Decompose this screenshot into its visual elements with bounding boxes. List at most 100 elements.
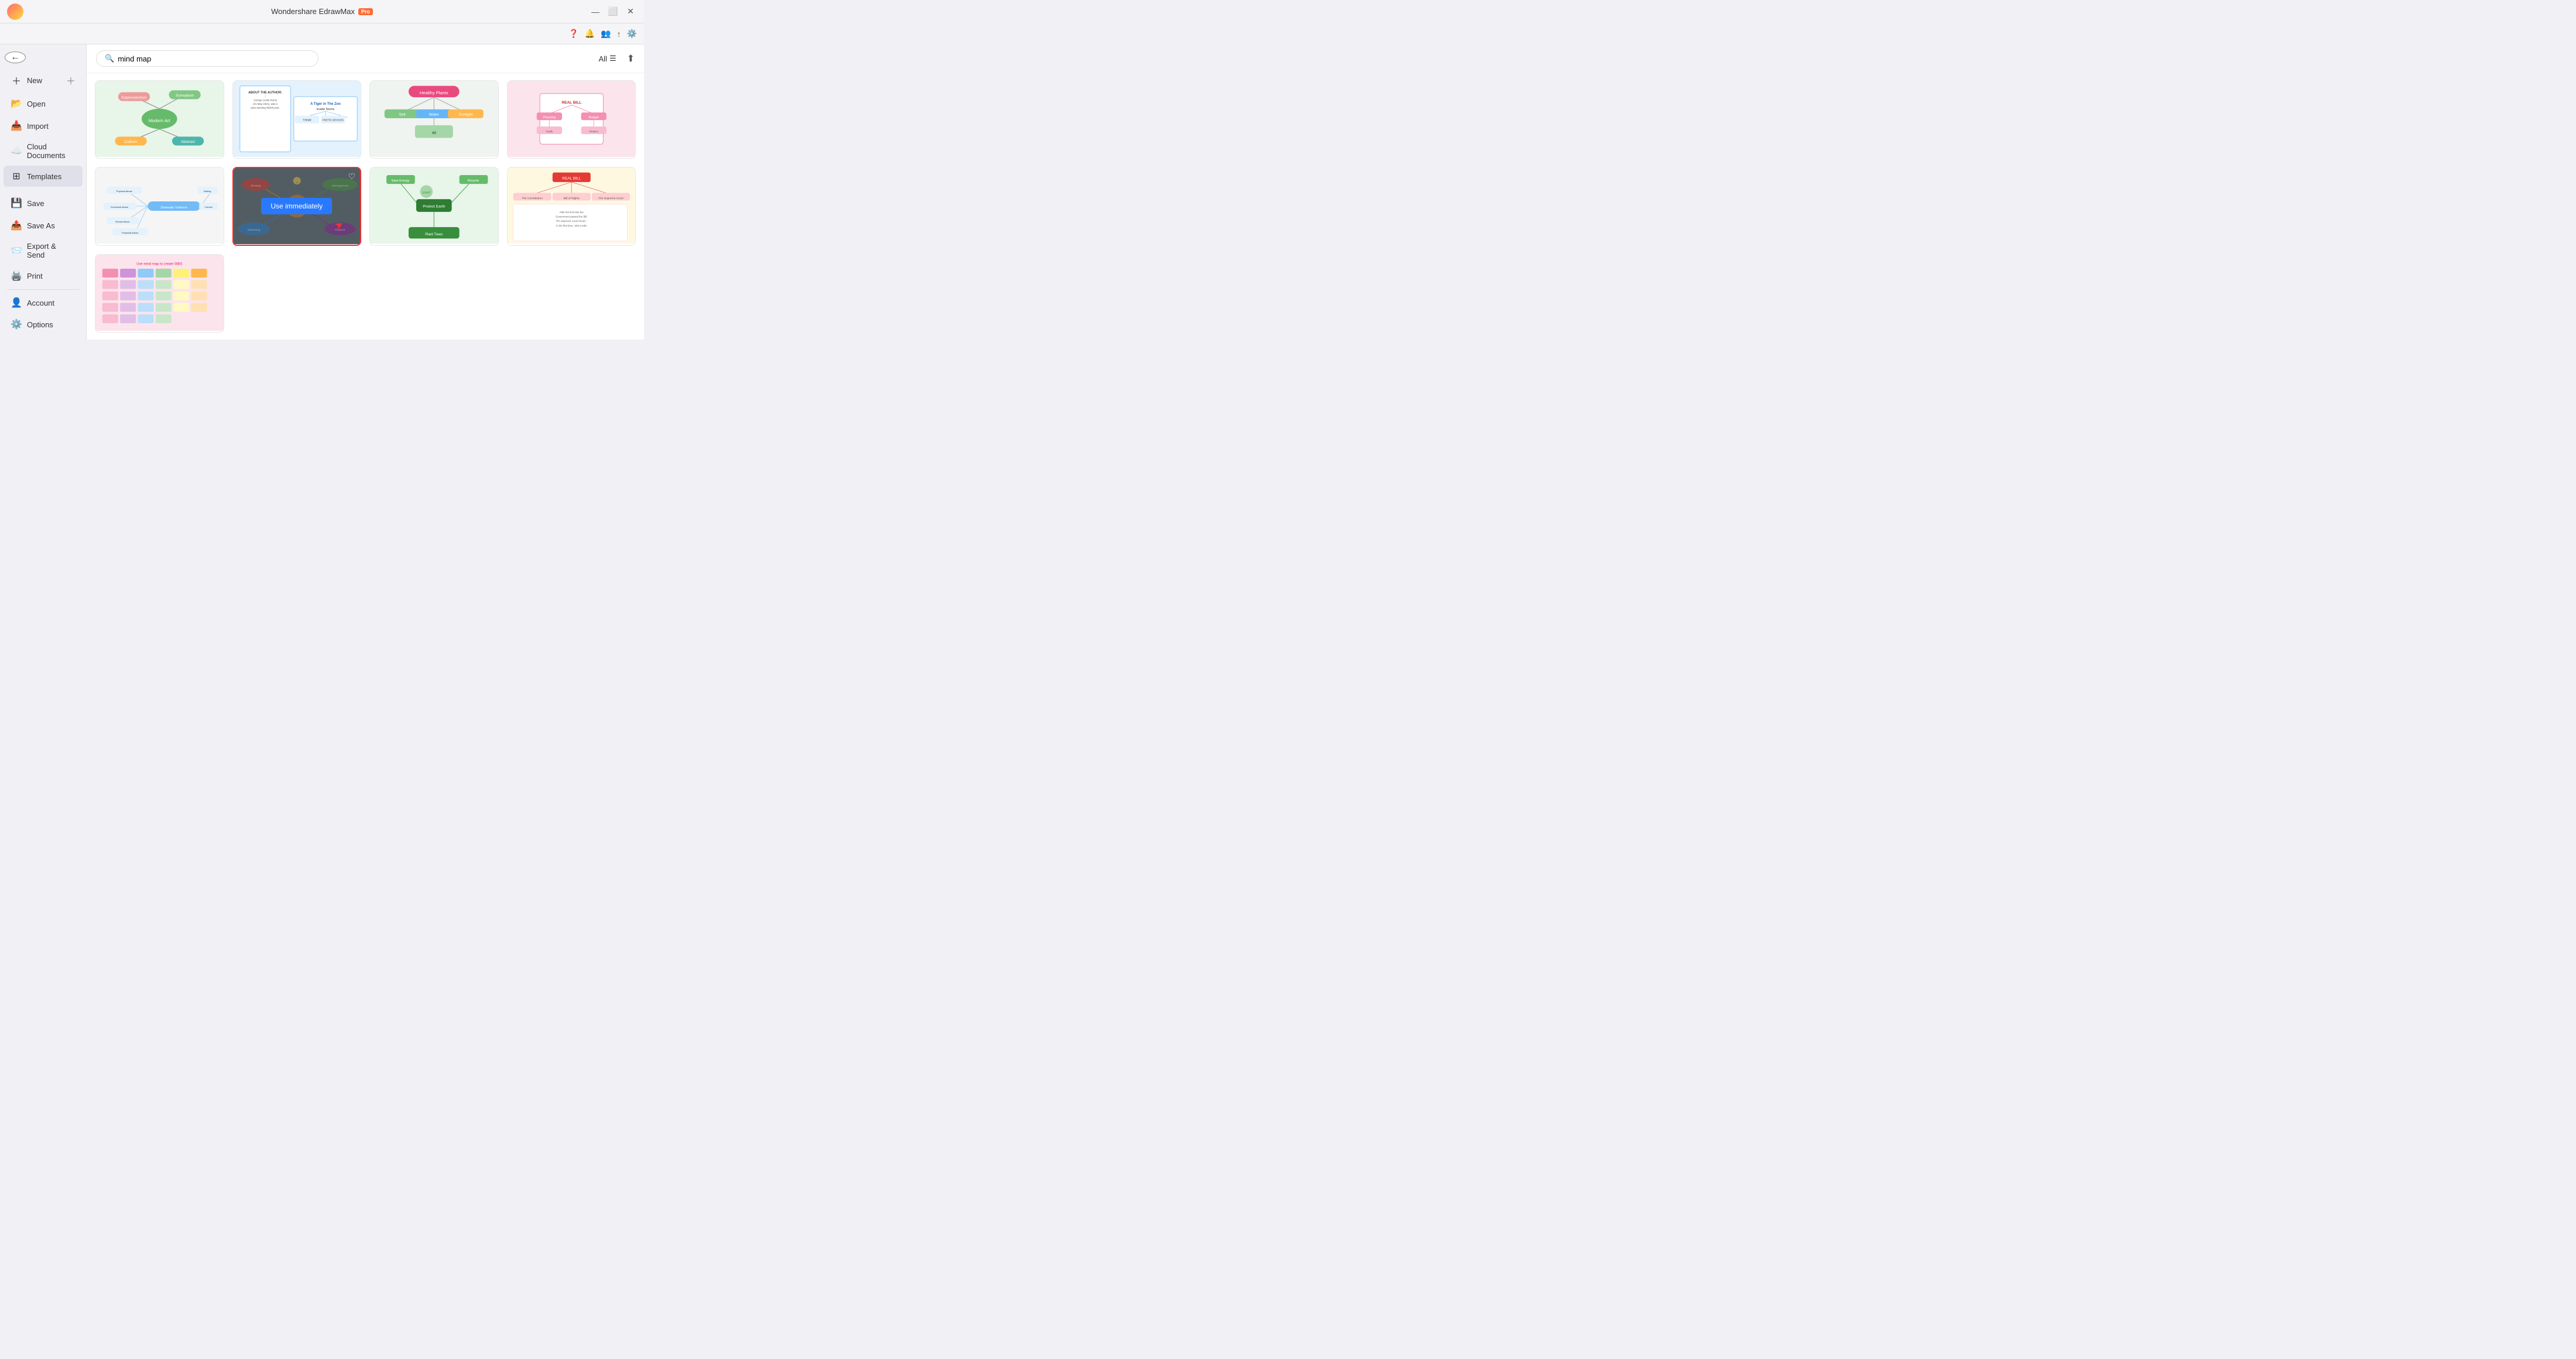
sidebar-item-print[interactable]: 🖨️ Print (4, 265, 83, 286)
sidebar-item-cloud[interactable]: ☁️ Cloud Documents (4, 138, 83, 165)
card-info-violence: Domestic and Family Violence Mind Map 👁 … (95, 244, 224, 247)
scroll-top-button[interactable]: ⬆ (627, 53, 635, 64)
sidebar-item-templates[interactable]: ⊞ Templates (4, 166, 83, 187)
svg-text:THEME: THEME (303, 118, 311, 121)
minimize-button[interactable]: — (589, 5, 602, 18)
sidebar-label-print: Print (27, 272, 43, 280)
content-area: 🔍 All ☰ ⬆ Modern Art (87, 44, 644, 340)
settings-button[interactable]: ⚙️ (627, 29, 637, 39)
card-info-tiger: A Tiger in the Zoo - Poem Mind Map 👁 4.7… (233, 157, 361, 159)
filter-label: All (598, 54, 607, 63)
svg-text:Surrealism: Surrealism (176, 94, 194, 98)
card-info-modern-art: Modern art education mind map 👁 3.2k ♡ 4… (95, 157, 224, 159)
sidebar-item-export[interactable]: 📨 Export & Send (4, 237, 83, 264)
sidebar-label-options: Options (27, 320, 53, 329)
card-info-wbs: Use mind map to create WBS (95, 331, 224, 333)
svg-text:Planning: Planning (543, 116, 555, 119)
template-card-wbs[interactable]: Use mind map to create WBS (95, 254, 224, 333)
svg-text:Protect Earth: Protect Earth (423, 204, 445, 208)
sidebar-bottom: 👤 Account ⚙️ Options (0, 287, 86, 336)
svg-text:REAL BILL: REAL BILL (562, 176, 581, 180)
template-card-planning[interactable]: REAL BILL Planning Budget Goals Finance (507, 80, 636, 159)
svg-text:After the first time the: After the first time the (559, 211, 584, 214)
search-bar-row: 🔍 All ☰ ⬆ (87, 44, 644, 73)
maximize-button[interactable]: ⬜ (607, 5, 619, 18)
svg-text:The Constitution: The Constitution (522, 197, 543, 200)
svg-text:Recycle: Recycle (468, 179, 479, 183)
sidebar-label-account: Account (27, 299, 54, 307)
use-immediately-button[interactable]: Use immediately (261, 198, 332, 214)
app-name: Wondershare EdrawMax (271, 7, 355, 16)
svg-text:Expressionism: Expressionism (122, 95, 146, 100)
sidebar-label-templates: Templates (27, 172, 61, 181)
svg-text:49: 49 (432, 131, 437, 135)
svg-text:Sexual Abuse: Sexual Abuse (115, 220, 130, 223)
svg-text:Modern Art: Modern Art (149, 118, 171, 123)
sidebar-item-open[interactable]: 📂 Open (4, 93, 83, 114)
svg-text:Cubism: Cubism (124, 140, 137, 144)
card-thumb-violence: Domestic Violence Physical Abuse Emotion… (95, 167, 224, 244)
svg-text:The Supreme Court: The Supreme Court (598, 197, 624, 200)
titlebar: Wondershare EdrawMax Pro — ⬜ ✕ (0, 0, 644, 23)
import-icon: 📥 (11, 120, 22, 132)
svg-text:Coercion: Coercion (204, 206, 213, 208)
cursor-indicator: ➤ (333, 217, 347, 232)
templates-icon: ⊞ (11, 170, 22, 182)
user-avatar (7, 4, 23, 20)
svg-text:George Leslie Norris: George Leslie Norris (254, 99, 277, 102)
filter-button[interactable]: All ☰ (598, 54, 616, 63)
export-icon: 📨 (11, 245, 22, 256)
sidebar-item-new[interactable]: ＋ New ＋ (4, 69, 83, 92)
svg-text:Bill of Rights: Bill of Rights (563, 197, 580, 200)
template-card-tiger[interactable]: ABOUT THE AUTHOR: George Leslie Norris (… (232, 80, 362, 159)
svg-text:Goals: Goals (546, 130, 552, 133)
template-card-modern-art[interactable]: Modern Art Expressionism Surrealism Cubi… (95, 80, 224, 159)
favorite-icon[interactable]: ♡ (348, 172, 355, 182)
svg-text:The Supreme Court heard...: The Supreme Court heard... (556, 220, 587, 222)
svg-text:Physical Abuse: Physical Abuse (117, 190, 133, 193)
card-thumb-modern-art: Modern Art Expressionism Surrealism Cubi… (95, 81, 224, 157)
close-button[interactable]: ✕ (624, 5, 637, 18)
templates-grid: Modern Art Expressionism Surrealism Cubi… (87, 73, 644, 340)
svg-text:Financial Abuse: Financial Abuse (122, 231, 139, 234)
template-card-business[interactable]: Business Strategy Management Marketing F… (232, 167, 362, 247)
svg-text:prize-winning Welsh poet.: prize-winning Welsh poet. (251, 107, 279, 109)
share-button[interactable]: ↑ (617, 29, 621, 39)
search-icon: 🔍 (105, 54, 114, 63)
sidebar-label-export: Export & Send (27, 242, 76, 259)
template-card-earth[interactable]: Protect Earth Save Energy Recycle Plant … (369, 167, 499, 247)
saveas-icon: 📤 (11, 220, 22, 231)
notification-button[interactable]: 🔔 (585, 29, 595, 39)
search-input[interactable] (118, 54, 310, 63)
template-card-violence[interactable]: Domestic Violence Physical Abuse Emotion… (95, 167, 224, 247)
card-info-earth: How to Protect The Earth Mind Map 👁 540 … (370, 244, 498, 247)
svg-text:Soil: Soil (399, 113, 406, 117)
sidebar-label-cloud: Cloud Documents (27, 142, 76, 160)
svg-text:Plant Trees: Plant Trees (425, 233, 443, 237)
card-thumb-tiger: ABOUT THE AUTHOR: George Leslie Norris (… (233, 81, 361, 157)
template-card-rizal[interactable]: REAL BILL The Constitution Bill of Right… (507, 167, 636, 247)
sidebar-item-account[interactable]: 👤 Account (4, 292, 83, 313)
svg-text:A Tiger in The Zoo: A Tiger in The Zoo (310, 102, 341, 106)
sidebar-item-import[interactable]: 📥 Import (4, 115, 83, 136)
print-icon: 🖨️ (11, 270, 22, 282)
help-button[interactable]: ❓ (568, 29, 578, 39)
template-card-plants[interactable]: Healthy Plants Soil Water Sunlight 49 (369, 80, 499, 159)
search-bar[interactable]: 🔍 (96, 50, 318, 67)
toolbar: ❓ 🔔 👥 ↑ ⚙️ (0, 23, 644, 44)
svg-text:Inside Norris: Inside Norris (316, 108, 334, 111)
options-icon: ⚙️ (11, 319, 22, 330)
card-thumb-plants: Healthy Plants Soil Water Sunlight 49 (370, 81, 498, 157)
sidebar: ← ＋ New ＋ 📂 Open 📥 Import ☁️ Cloud Docum… (0, 44, 87, 340)
new-icon: ＋ (11, 73, 22, 87)
community-button[interactable]: 👥 (601, 29, 611, 39)
card-info-business: How to Manage A Business Mind Map 👁 254 … (234, 244, 361, 247)
sidebar-label-new: New (27, 76, 42, 85)
card-info-planning: Mind Map for Overall Planning 👁 0 ♡ 0 ⎘ … (508, 157, 636, 159)
sidebar-item-options[interactable]: ⚙️ Options (4, 314, 83, 335)
cloud-icon: ☁️ (11, 145, 22, 157)
back-button[interactable]: ← (5, 52, 26, 63)
sidebar-item-save[interactable]: 💾 Save (4, 193, 83, 214)
sidebar-item-saveas[interactable]: 📤 Save As (4, 215, 83, 236)
svg-text:Government passed the Bill.: Government passed the Bill. (556, 215, 587, 218)
